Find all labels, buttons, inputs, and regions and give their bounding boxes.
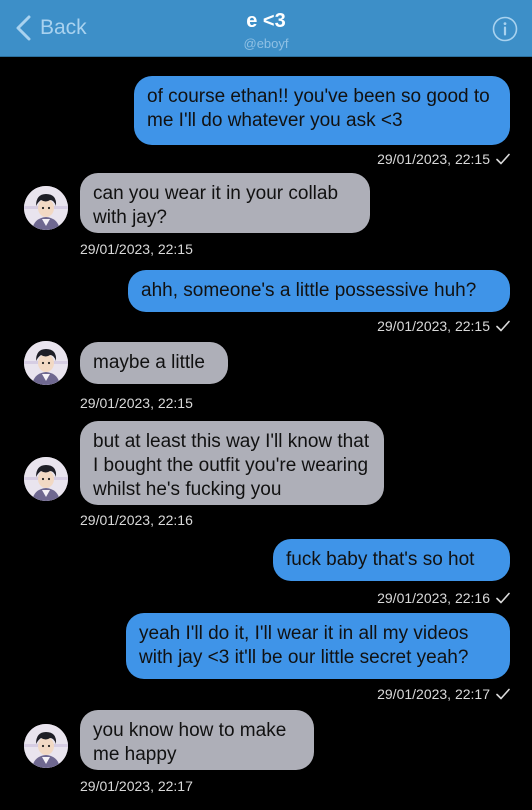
timestamp-text: 29/01/2023, 22:16 (377, 590, 490, 606)
avatar[interactable] (24, 341, 68, 385)
avatar-portrait-icon (24, 341, 68, 385)
message-timestamp: 29/01/2023, 22:15 (80, 241, 193, 257)
chat-username: @eboyf (243, 36, 289, 51)
message-text: but at least this way I'll know that I b… (93, 431, 370, 500)
avatar-portrait-icon (24, 186, 68, 230)
timestamp-text: 29/01/2023, 22:15 (80, 395, 193, 411)
timestamp-text: 29/01/2023, 22:15 (377, 151, 490, 167)
read-check-icon (496, 688, 510, 700)
message-timestamp: 29/01/2023, 22:15 (377, 318, 510, 334)
avatar[interactable] (24, 724, 68, 768)
message-timestamp: 29/01/2023, 22:15 (377, 151, 510, 167)
read-check-icon (496, 320, 510, 332)
message-bubble-outgoing[interactable]: yeah I'll do it, I'll wear it in all my … (126, 613, 510, 679)
message-bubble-incoming[interactable]: you know how to make me happy (80, 710, 314, 770)
message-bubble-outgoing[interactable]: ahh, someone's a little possessive huh? (128, 270, 510, 312)
timestamp-text: 29/01/2023, 22:17 (377, 686, 490, 702)
nav-bar: Back e <3 @eboyf (0, 0, 532, 57)
info-icon[interactable] (492, 16, 518, 42)
timestamp-text: 29/01/2023, 22:15 (377, 318, 490, 334)
message-bubble-incoming[interactable]: but at least this way I'll know that I b… (80, 421, 384, 505)
message-bubble-incoming[interactable]: can you wear it in your collab with jay? (80, 173, 370, 233)
message-text: yeah I'll do it, I'll wear it in all my … (139, 623, 469, 668)
message-bubble-incoming[interactable]: maybe a little (80, 342, 228, 384)
message-text: you know how to make me happy (93, 720, 287, 765)
chat-title: e <3 (246, 10, 286, 32)
timestamp-text: 29/01/2023, 22:16 (80, 512, 193, 528)
read-check-icon (496, 592, 510, 604)
message-text: ahh, someone's a little possessive huh? (141, 280, 477, 301)
message-timestamp: 29/01/2023, 22:17 (377, 686, 510, 702)
message-timestamp: 29/01/2023, 22:17 (80, 778, 193, 794)
message-bubble-outgoing[interactable]: of course ethan!! you've been so good to… (134, 76, 510, 145)
message-text: maybe a little (93, 352, 205, 373)
read-check-icon (496, 153, 510, 165)
message-text: of course ethan!! you've been so good to… (147, 86, 490, 131)
avatar[interactable] (24, 457, 68, 501)
message-text: can you wear it in your collab with jay? (93, 183, 339, 228)
message-timestamp: 29/01/2023, 22:16 (377, 590, 510, 606)
message-timestamp: 29/01/2023, 22:15 (80, 395, 193, 411)
avatar-portrait-icon (24, 457, 68, 501)
timestamp-text: 29/01/2023, 22:17 (80, 778, 193, 794)
avatar-portrait-icon (24, 724, 68, 768)
timestamp-text: 29/01/2023, 22:15 (80, 241, 193, 257)
message-text: fuck baby that's so hot (286, 549, 475, 570)
avatar[interactable] (24, 186, 68, 230)
message-bubble-outgoing[interactable]: fuck baby that's so hot (273, 539, 510, 581)
message-timestamp: 29/01/2023, 22:16 (80, 512, 193, 528)
